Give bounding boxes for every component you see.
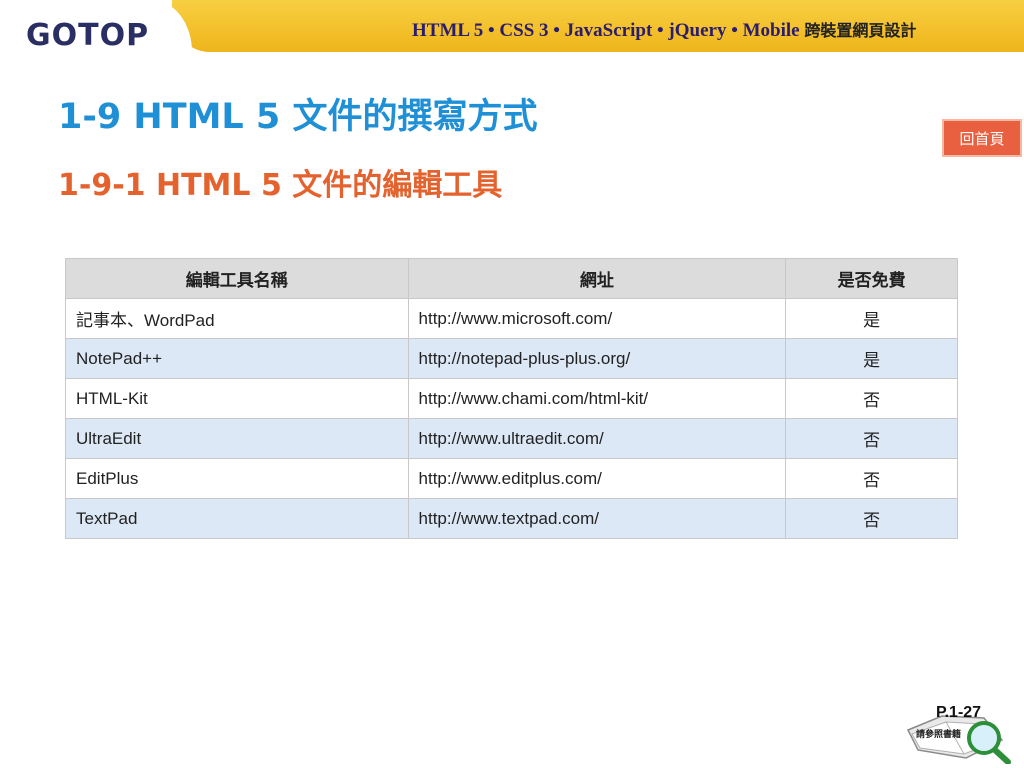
gotop-logo: GOTOP xyxy=(26,18,150,53)
header-free: 是否免費 xyxy=(785,258,958,299)
header: GOTOP HTML 5 • CSS 3 • JavaScript • jQue… xyxy=(0,0,1024,62)
tool-url: http://www.microsoft.com/ xyxy=(407,298,787,339)
tool-url: http://www.ultraedit.com/ xyxy=(407,418,787,459)
tool-url: http://notepad-plus-plus.org/ xyxy=(407,338,787,379)
tool-free: 否 xyxy=(785,458,958,499)
header-tool-name: 編輯工具名稱 xyxy=(65,258,409,299)
table-row: EditPlus http://www.editplus.com/ 否 xyxy=(65,458,958,499)
tool-free: 否 xyxy=(785,418,958,459)
tool-url: http://www.chami.com/html-kit/ xyxy=(407,378,787,419)
table-row: UltraEdit http://www.ultraedit.com/ 否 xyxy=(65,418,958,459)
tool-free: 是 xyxy=(785,298,958,339)
tool-name: 記事本、WordPad xyxy=(65,298,409,339)
tool-name: UltraEdit xyxy=(65,418,409,459)
banner-cjk: 跨裝置網頁設計 xyxy=(804,21,917,40)
page-subtitle: 1-9-1 HTML 5 文件的編輯工具 xyxy=(58,168,503,203)
tool-name: HTML-Kit xyxy=(65,378,409,419)
tool-name: TextPad xyxy=(65,498,409,539)
page-number: P.1-27 xyxy=(936,704,982,721)
tool-url: http://www.editplus.com/ xyxy=(407,458,787,499)
page-title: 1-9 HTML 5 文件的撰寫方式 xyxy=(58,97,538,137)
table-header-row: 編輯工具名稱 網址 是否免費 xyxy=(65,258,958,299)
editor-table: 編輯工具名稱 網址 是否免費 記事本、WordPad http://www.mi… xyxy=(65,258,958,539)
tool-free: 否 xyxy=(785,378,958,419)
tool-name: NotePad++ xyxy=(65,338,409,379)
table-row: NotePad++ http://notepad-plus-plus.org/ … xyxy=(65,338,958,379)
table-row: 記事本、WordPad http://www.microsoft.com/ 是 xyxy=(65,298,958,339)
tool-url: http://www.textpad.com/ xyxy=(407,498,787,539)
banner-latin: HTML 5 • CSS 3 • JavaScript • jQuery • M… xyxy=(412,20,800,41)
tool-name: EditPlus xyxy=(65,458,409,499)
tool-free: 是 xyxy=(785,338,958,379)
table-row: HTML-Kit http://www.chami.com/html-kit/ … xyxy=(65,378,958,419)
home-button[interactable]: 回首頁 xyxy=(942,119,1022,157)
page-ref-label: 請參照書籍 xyxy=(916,730,962,740)
header-banner: HTML 5 • CSS 3 • JavaScript • jQuery • M… xyxy=(412,17,1002,42)
tool-free: 否 xyxy=(785,498,958,539)
header-url: 網址 xyxy=(407,258,787,299)
table-row: TextPad http://www.textpad.com/ 否 xyxy=(65,498,958,539)
